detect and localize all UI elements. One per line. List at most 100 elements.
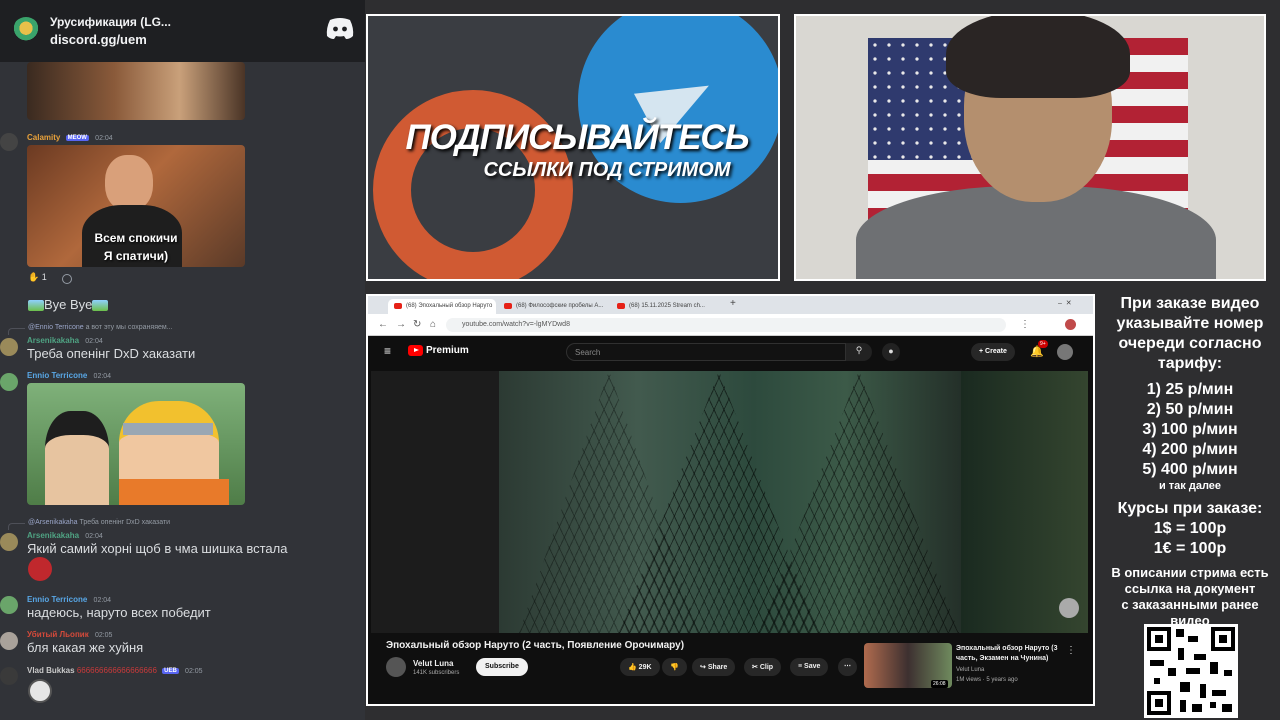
user-extra: 666666666666666666 [76, 666, 157, 675]
youtube-logo[interactable]: Premium [408, 345, 469, 356]
like-button[interactable]: 👍 29K [620, 658, 660, 676]
avatar[interactable] [0, 133, 18, 151]
chat-image-meme[interactable]: Всем спокичи Я спатичи) [27, 145, 245, 267]
qr-code-icon[interactable] [1144, 624, 1238, 718]
info-line: тарифу: [1157, 355, 1223, 372]
avatar[interactable] [0, 338, 18, 356]
channel-avatar[interactable] [386, 657, 406, 677]
save-button[interactable]: ≡ Save [790, 658, 829, 676]
info-line: очереди согласно [1118, 335, 1262, 352]
user-badge: UEB [162, 667, 179, 674]
avatar[interactable] [0, 373, 18, 391]
qr-module [1180, 700, 1186, 712]
browser-window: (68) Эпохальный обзор Наруто (68) Филосо… [366, 294, 1095, 706]
subscribe-button[interactable]: Subscribe [476, 658, 528, 676]
qr-module [1186, 668, 1200, 674]
qr-module [1192, 704, 1202, 712]
dislike-button[interactable]: 👎 [662, 658, 687, 676]
qr-finder [1147, 691, 1171, 715]
create-button[interactable]: + Create [971, 343, 1015, 361]
recommended-meta: 1M views · 5 years ago [956, 677, 1018, 683]
channel-watermark-icon[interactable] [1059, 598, 1079, 618]
browser-tab[interactable]: (68) Философские пробелы А... [498, 299, 608, 314]
username[interactable]: Vlad Bukkas 666666666666666666 UEB 02:05 [27, 666, 203, 675]
window-controls[interactable]: – ✕ [1058, 299, 1072, 307]
webcam-feed [794, 14, 1266, 281]
avatar[interactable] [0, 632, 18, 650]
menu-icon[interactable]: ≡ [384, 344, 391, 358]
reply-preview[interactable]: @Ennio Terricone а вот эту мы сохраняяем… [8, 324, 173, 335]
chat-message: бля какая же хуйня [27, 640, 144, 655]
reload-icon[interactable]: ↻ [413, 319, 421, 330]
username-text[interactable]: Vlad Bukkas [27, 666, 75, 675]
video-net-3 [759, 371, 959, 633]
extensions-icon[interactable]: ⋮ [1020, 319, 1030, 330]
recommended-title[interactable]: Эпохальный обзор Наруто (3 часть, Экзаме… [956, 644, 1064, 664]
tariff-item: 4) 200 р/мин [1142, 441, 1238, 458]
username-text[interactable]: Ennio Terricone [27, 595, 87, 604]
url-field[interactable]: youtube.com/watch?v=-lgMYDwd8 [446, 318, 1006, 332]
qr-finder [1147, 627, 1171, 651]
recommended-channel[interactable]: Velut Luna [956, 667, 984, 673]
browser-tab-active[interactable]: (68) Эпохальный обзор Наруто [388, 299, 496, 314]
youtube-premium-label: Premium [426, 345, 469, 356]
reaction-wave[interactable]: ✋ 1 [28, 272, 47, 286]
more-actions-button[interactable]: ⋯ [838, 658, 857, 676]
profile-icon[interactable] [1065, 319, 1076, 330]
search-input[interactable]: Search [566, 343, 846, 361]
tab-strip: (68) Эпохальный обзор Наруто (68) Филосо… [368, 296, 1093, 314]
user-badge: MEOW [65, 134, 89, 141]
username[interactable]: Убитый Льопик 02:05 [27, 630, 112, 639]
username-text[interactable]: Calamity [27, 133, 60, 142]
qr-module [1210, 702, 1216, 708]
timestamp: 02:05 [94, 632, 113, 639]
tariff-item: 3) 100 р/мин [1142, 421, 1238, 438]
account-avatar[interactable] [1057, 344, 1073, 360]
chat-image-top[interactable] [27, 62, 245, 120]
anime-char-left [45, 411, 109, 505]
back-icon[interactable]: ← [378, 319, 388, 330]
doc-line: В описании стрима есть [1111, 565, 1269, 580]
thumbs-up-icon: 👍 [628, 664, 637, 671]
tariff-item: 1) 25 р/мин [1146, 381, 1234, 398]
new-tab-icon[interactable]: + [730, 298, 736, 309]
search-icon[interactable]: ⚲ [846, 343, 872, 361]
notification-badge: 9+ [1038, 340, 1048, 348]
address-bar: ← → ↻ ⌂ youtube.com/watch?v=-lgMYDwd8 ⋮ [368, 314, 1093, 336]
avatar[interactable] [0, 596, 18, 614]
username-text[interactable]: Arsenikakaha [27, 336, 79, 345]
username[interactable]: Calamity MEOW 02:04 [27, 133, 113, 142]
chat-image-naruto[interactable] [27, 383, 245, 505]
server-invite[interactable]: discord.gg/uem [50, 32, 171, 47]
browser-tab[interactable]: (68) 15.11.2025 Stream ch... [611, 299, 721, 314]
home-icon[interactable]: ⌂ [430, 319, 436, 330]
doc-line: ссылка на документ [1124, 581, 1256, 596]
username[interactable]: Arsenikakaha 02:04 [27, 336, 103, 345]
more-vert-icon[interactable]: ⋮ [1066, 645, 1076, 656]
avatar[interactable] [0, 533, 18, 551]
forward-icon[interactable]: → [396, 319, 406, 330]
username[interactable]: Ennio Terricone 02:04 [27, 371, 111, 380]
discord-logo-icon [326, 18, 354, 39]
qr-module [1224, 670, 1232, 676]
username-text[interactable]: Убитый Льопик [27, 630, 89, 639]
reply-preview[interactable]: @Arsenikakaha Треба опенінг DxD хаказати [7, 519, 170, 530]
username[interactable]: Arsenikakaha 02:04 [27, 531, 103, 540]
discord-header: Урусификация (LG... discord.gg/uem [0, 0, 365, 62]
video-player[interactable] [371, 371, 1088, 633]
avatar[interactable] [0, 667, 18, 685]
share-icon: ↪ [700, 664, 706, 671]
tab-label: (68) Эпохальный обзор Наруто [406, 303, 493, 309]
rate-eur: 1€ = 100р [1153, 540, 1227, 557]
mic-icon[interactable]: ● [882, 343, 900, 361]
server-icon[interactable] [12, 17, 40, 45]
username-text[interactable]: Arsenikakaha [27, 531, 79, 540]
username[interactable]: Ennio Terricone 02:04 [27, 595, 111, 604]
username-text[interactable]: Ennio Terricone [27, 371, 87, 380]
channel-name[interactable]: Velut Luna [413, 659, 453, 668]
add-reaction-icon[interactable] [62, 274, 72, 284]
share-button[interactable]: ↪ Share [692, 658, 736, 676]
clip-button[interactable]: ✂ Clip [744, 658, 782, 676]
qr-module [1194, 654, 1206, 660]
chat-message: Який самий хорні щоб в чма шишка встала [27, 541, 288, 556]
